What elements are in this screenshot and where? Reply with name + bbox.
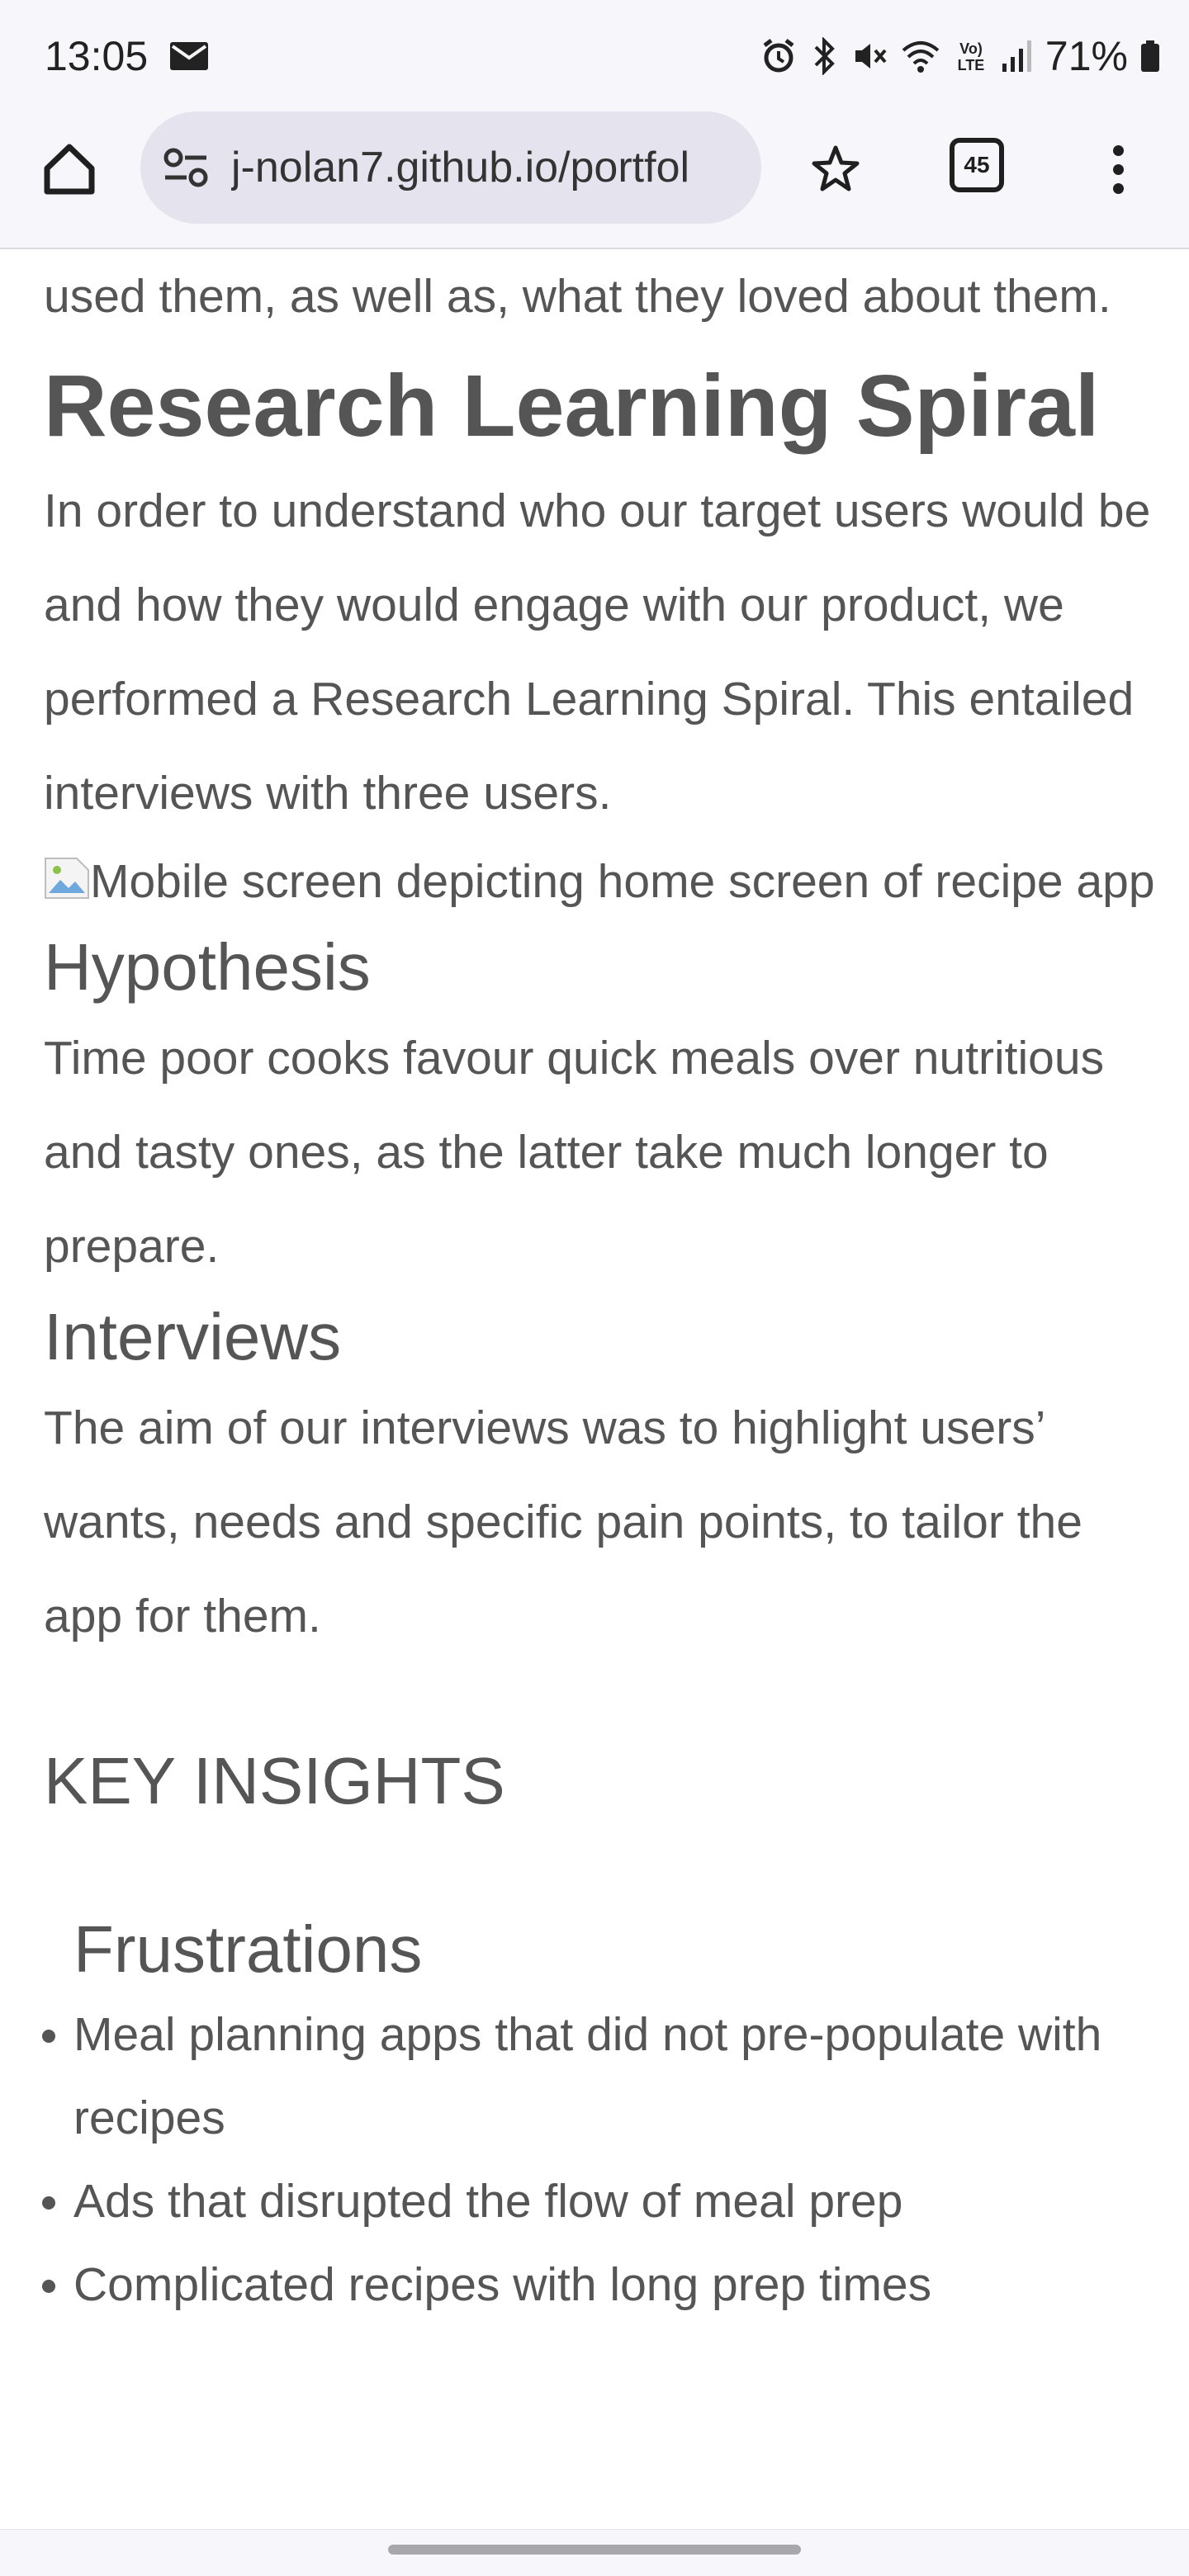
image-alt-text: Mobile screen depicting home screen of r… [90, 855, 1155, 908]
hypothesis-heading: Hypothesis [44, 930, 371, 1004]
alarm-icon [763, 39, 794, 73]
site-settings-icon[interactable] [162, 144, 210, 191]
url-text[interactable]: j-nolan7.github.io/portfol [231, 139, 751, 196]
svg-text:LTE: LTE [958, 57, 985, 73]
more-menu-button[interactable] [1101, 136, 1135, 202]
tab-count: 45 [964, 152, 990, 177]
home-button[interactable] [36, 136, 102, 202]
bluetooth-icon [814, 37, 835, 75]
battery-percent: 71% [1045, 33, 1128, 79]
gesture-handle[interactable] [388, 2545, 801, 2555]
mail-icon [170, 42, 208, 70]
menu-dot [1112, 163, 1124, 175]
menu-dot [1112, 144, 1124, 156]
key-insights-heading: KEY INSIGHTS [44, 1744, 505, 1817]
star-icon [812, 145, 860, 191]
battery-icon [1141, 40, 1159, 72]
broken-image: Mobile screen depicting home screen of r… [44, 840, 1167, 924]
interviews-paragraph: The aim of our interviews was to highlig… [44, 1401, 1082, 1642]
hypothesis-paragraph: Time poor cooks favour quick meals over … [44, 1032, 1105, 1273]
bookmark-button[interactable] [803, 136, 869, 202]
url-bar[interactable]: j-nolan7.github.io/portfol [140, 111, 761, 224]
interviews-heading: Interviews [44, 1300, 342, 1373]
list-item: Ads that disrupted the flow of meal prep [42, 2160, 1167, 2243]
research-paragraph: In order to understand who our target us… [44, 484, 1151, 820]
list-item: Meal planning apps that did not pre-popu… [42, 1993, 1167, 2160]
frustrations-heading: Frustrations [73, 1912, 423, 1986]
signal-icon [1002, 40, 1031, 72]
mute-icon [855, 44, 887, 69]
frustrations-list: Meal planning apps that did not pre-popu… [42, 1993, 1167, 2327]
list-item: Complicated recipes with long prep times [42, 2243, 1167, 2327]
volte-icon: Vo) LTE [958, 40, 985, 73]
broken-image-icon [45, 858, 89, 899]
intro-paragraph: used them, as well as, what they loved a… [44, 270, 1111, 323]
status-bar: 13:05 Vo) LTE 71% [0, 0, 1189, 111]
page-content: used them, as well as, what they loved a… [42, 249, 1167, 2327]
svg-text:Vo): Vo) [959, 40, 983, 57]
research-heading: Research Learning Spiral [44, 357, 1100, 455]
menu-dot [1112, 182, 1124, 194]
status-time: 13:05 [45, 33, 149, 79]
browser-toolbar: j-nolan7.github.io/portfol 45 [0, 111, 1189, 249]
home-icon [44, 144, 95, 195]
status-icons: Vo) LTE 71% [760, 30, 1161, 83]
wifi-icon [902, 41, 940, 73]
navigation-bar [0, 2529, 1189, 2576]
tab-switcher-button[interactable]: 45 [950, 138, 1004, 192]
